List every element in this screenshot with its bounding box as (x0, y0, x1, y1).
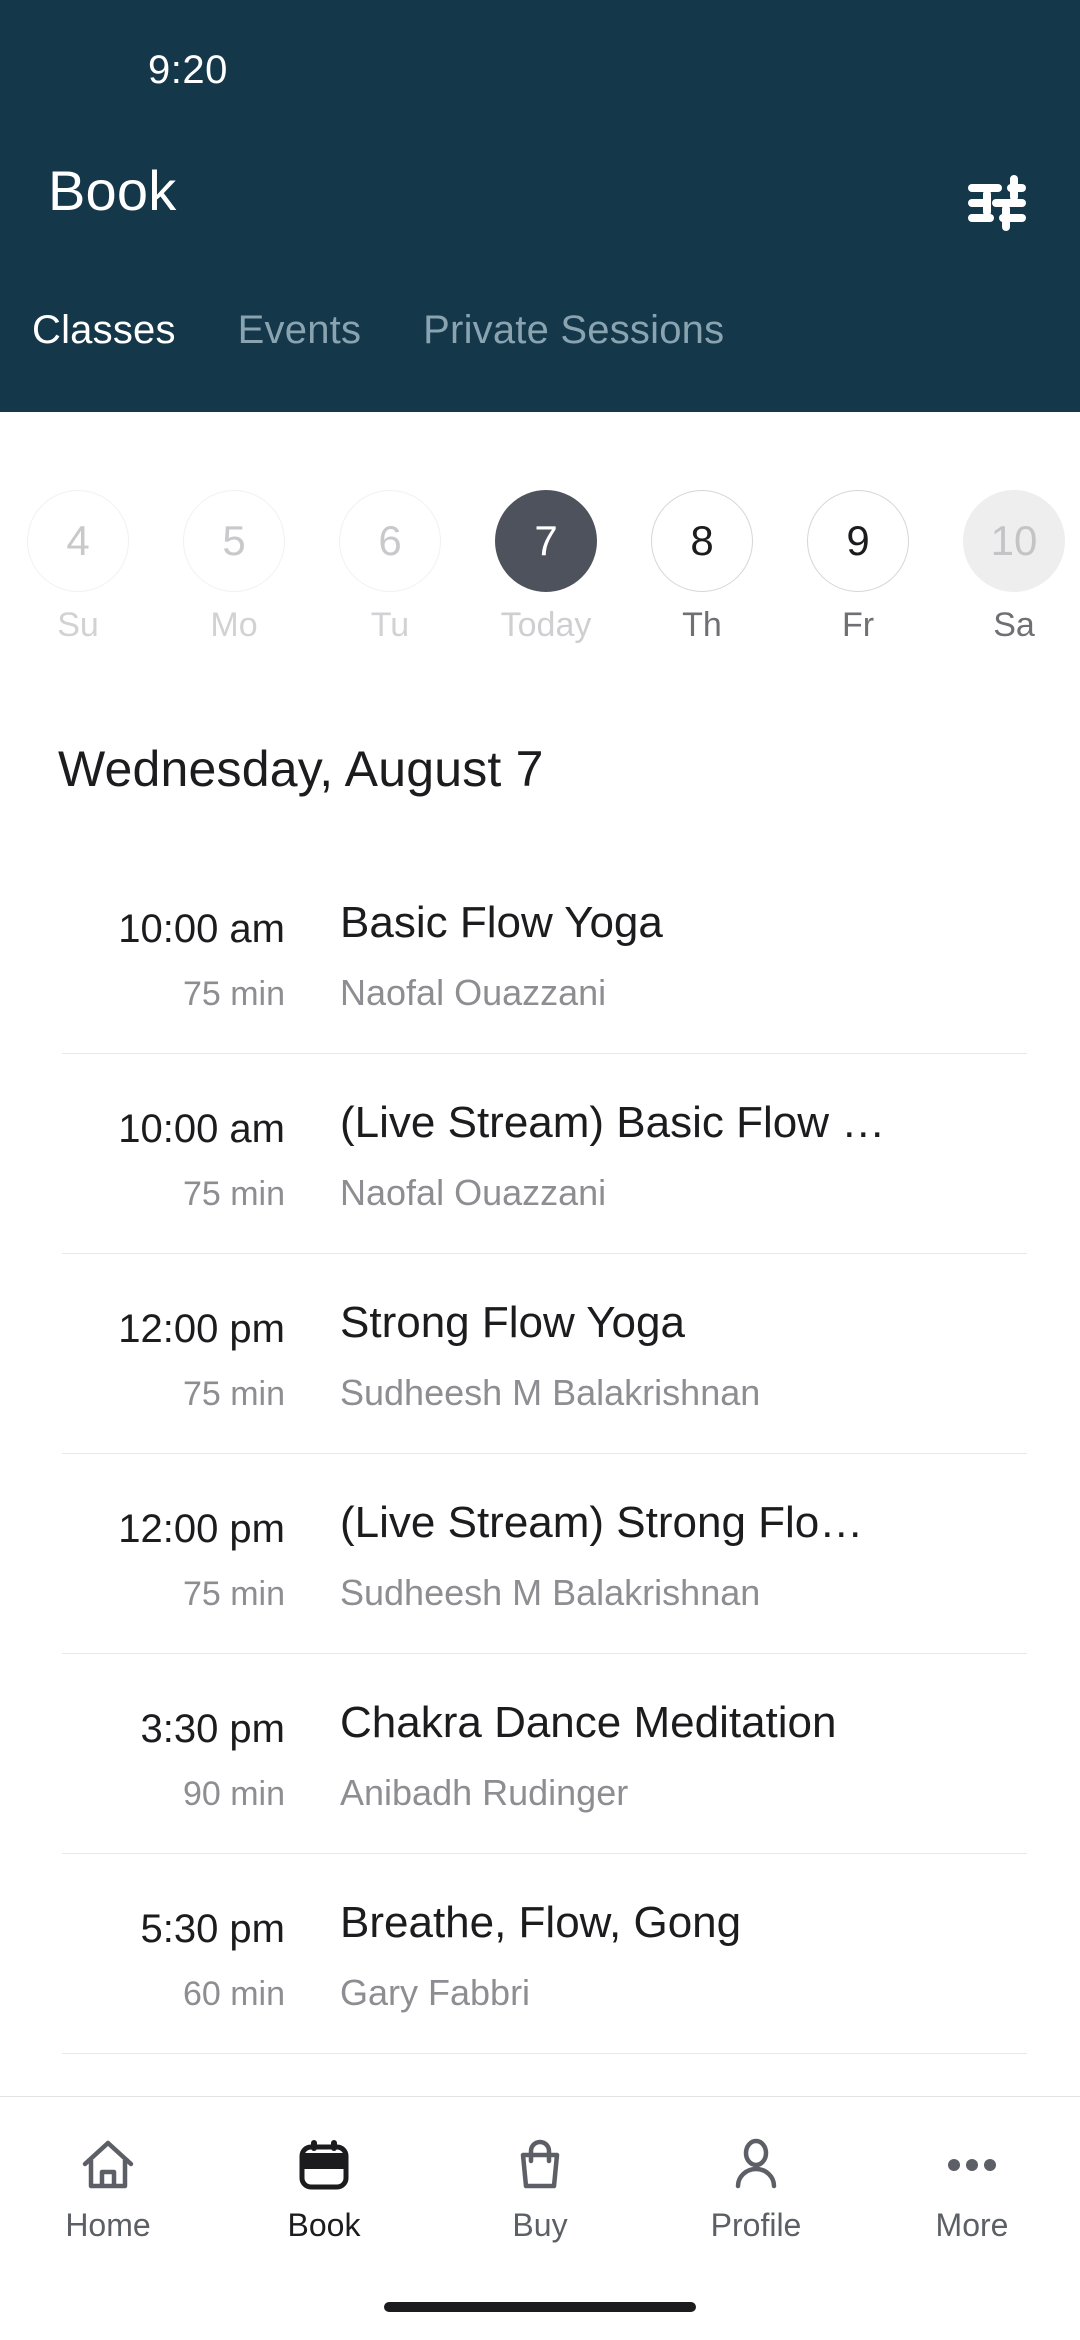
date-weekday-label: Fr (841, 606, 875, 644)
class-title: Basic Flow Yoga (340, 899, 663, 947)
bottom-navigation-bar: Home Book Buy Profile More (0, 2096, 1080, 2340)
page-title: Book (48, 159, 177, 222)
nav-item-buy[interactable]: Buy (432, 2097, 648, 2287)
class-title: Breathe, Flow, Gong (340, 1899, 742, 1947)
date-weekday-label: Sa (993, 606, 1035, 644)
class-time: 5:30 pm (140, 1907, 285, 1951)
status-bar: 9:20 (0, 0, 1080, 108)
class-time: 10:00 am (118, 907, 285, 951)
schedule-day-heading: Wednesday, August 7 (58, 741, 544, 797)
nav-label: Home (65, 2207, 151, 2243)
class-instructor: Sudheesh M Balakrishnan (340, 1373, 761, 1413)
class-duration: 60 min (182, 1975, 285, 2013)
nav-item-book[interactable]: Book (216, 2097, 432, 2287)
table-row[interactable]: 10:00 am 75 min Basic Flow Yoga Naofal O… (0, 853, 1080, 1053)
table-row[interactable]: 5:30 pm (Live Stream) Breathe, Fl… (0, 2053, 1080, 2096)
bottom-nav-items: Home Book Buy Profile More (0, 2097, 1080, 2287)
tab-classes[interactable]: Classes (32, 310, 176, 350)
calendar-icon (295, 2129, 353, 2201)
class-instructor: Naofal Ouazzani (340, 973, 607, 1013)
date-item-6[interactable]: 6 Tu (312, 412, 468, 642)
row-divider (62, 1053, 1027, 1054)
row-divider (62, 1853, 1027, 1854)
class-instructor: Naofal Ouazzani (340, 1173, 607, 1213)
class-time: 3:30 pm (140, 1707, 285, 1751)
date-weekday-label: Su (57, 606, 99, 644)
date-weekday-label: Tu (370, 606, 410, 644)
class-time: 10:00 am (118, 1107, 285, 1151)
class-title: (Live Stream) Strong Flo… (340, 1499, 864, 1547)
tab-private-sessions[interactable]: Private Sessions (423, 310, 724, 350)
class-instructor: Anibadh Rudinger (340, 1773, 629, 1813)
class-time: 12:00 pm (118, 1307, 285, 1351)
home-icon (79, 2129, 137, 2201)
date-picker-strip[interactable]: 4 Su 5 Mo 6 Tu 7 Today 8 Th 9 Fr 10 Sa (0, 412, 1080, 652)
filter-button[interactable] (962, 172, 1032, 234)
person-icon (727, 2129, 785, 2201)
nav-label: Buy (512, 2207, 568, 2243)
date-item-7-today[interactable]: 7 Today (468, 412, 624, 642)
ellipsis-icon (943, 2129, 1001, 2201)
table-row[interactable]: 5:30 pm 60 min Breathe, Flow, Gong Gary … (0, 1853, 1080, 2053)
class-duration: 75 min (182, 1175, 285, 1213)
date-item-9[interactable]: 9 Fr (780, 412, 936, 642)
date-circle: 8 (651, 490, 753, 592)
nav-label: More (935, 2207, 1009, 2243)
class-duration: 75 min (182, 1575, 285, 1613)
row-divider (62, 2053, 1027, 2054)
class-title: Chakra Dance Meditation (340, 1699, 837, 1747)
date-circle: 9 (807, 490, 909, 592)
nav-item-more[interactable]: More (864, 2097, 1080, 2287)
date-item-5[interactable]: 5 Mo (156, 412, 312, 642)
status-bar-clock: 9:20 (148, 48, 228, 92)
nav-item-profile[interactable]: Profile (648, 2097, 864, 2287)
row-divider (62, 1453, 1027, 1454)
class-instructor: Gary Fabbri (340, 1973, 531, 2013)
tab-events[interactable]: Events (238, 310, 362, 350)
date-circle: 7 (495, 490, 597, 592)
date-circle: 10 (963, 490, 1065, 592)
date-weekday-label: Mo (210, 606, 258, 644)
row-divider (62, 1653, 1027, 1654)
date-picker-row: 4 Su 5 Mo 6 Tu 7 Today 8 Th 9 Fr 10 Sa (0, 412, 1080, 642)
table-row[interactable]: 3:30 pm 90 min Chakra Dance Meditation A… (0, 1653, 1080, 1853)
home-indicator[interactable] (384, 2302, 696, 2312)
date-weekday-label: Today (500, 606, 592, 644)
class-schedule-list[interactable]: 10:00 am 75 min Basic Flow Yoga Naofal O… (0, 853, 1080, 2096)
date-circle: 5 (183, 490, 285, 592)
class-title: (Live Stream) Basic Flow … (340, 1099, 886, 1147)
shopping-bag-icon (511, 2129, 569, 2201)
date-item-4[interactable]: 4 Su (0, 412, 156, 642)
row-divider (62, 1253, 1027, 1254)
table-row[interactable]: 10:00 am 75 min (Live Stream) Basic Flow… (0, 1053, 1080, 1253)
app-header: 9:20 Book Classes Events Private Session… (0, 0, 1080, 412)
tab-bar: Classes Events Private Sessions (0, 310, 1080, 400)
table-row[interactable]: 12:00 pm 75 min Strong Flow Yoga Sudhees… (0, 1253, 1080, 1453)
date-item-8[interactable]: 8 Th (624, 412, 780, 642)
date-circle: 4 (27, 490, 129, 592)
sliders-filter-icon (966, 175, 1028, 231)
nav-label: Profile (710, 2207, 802, 2243)
class-duration: 75 min (182, 975, 285, 1013)
class-time: 12:00 pm (118, 1507, 285, 1551)
class-title: Strong Flow Yoga (340, 1299, 685, 1347)
date-weekday-label: Th (682, 606, 722, 644)
table-row[interactable]: 12:00 pm 75 min (Live Stream) Strong Flo… (0, 1453, 1080, 1653)
date-item-10[interactable]: 10 Sa (936, 412, 1080, 642)
nav-item-home[interactable]: Home (0, 2097, 216, 2287)
nav-label: Book (287, 2207, 361, 2243)
class-duration: 75 min (182, 1375, 285, 1413)
class-duration: 90 min (182, 1775, 285, 1813)
date-circle: 6 (339, 490, 441, 592)
class-instructor: Sudheesh M Balakrishnan (340, 1573, 761, 1613)
